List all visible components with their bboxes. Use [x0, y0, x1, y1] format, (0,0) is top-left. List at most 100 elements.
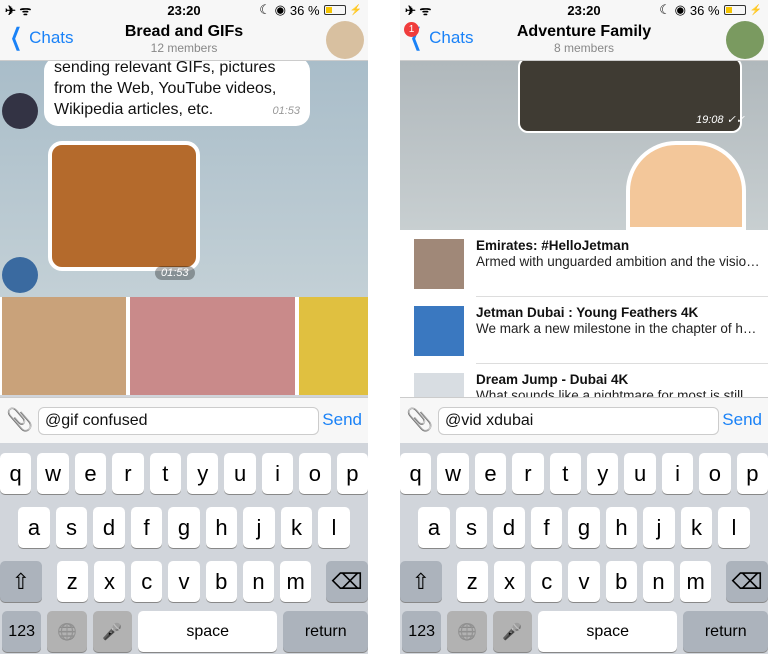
numbers-key[interactable]: 123: [2, 611, 42, 652]
key-t[interactable]: t: [549, 453, 581, 494]
key-n[interactable]: n: [642, 561, 675, 602]
key-h[interactable]: h: [205, 507, 238, 548]
key-g[interactable]: g: [568, 507, 600, 548]
key-t[interactable]: t: [149, 453, 181, 494]
battery-fill: [325, 7, 333, 13]
message-input[interactable]: @vid xdubai: [438, 407, 719, 435]
key-j[interactable]: j: [243, 507, 275, 548]
space-key[interactable]: space: [537, 611, 678, 652]
return-key[interactable]: return: [283, 611, 368, 652]
key-f[interactable]: f: [130, 507, 163, 548]
key-q[interactable]: q: [0, 453, 32, 494]
key-i[interactable]: i: [661, 453, 694, 494]
battery-icon: [323, 5, 346, 15]
phone-right: 19:08 ✓✓ Emirates: #HelloJetman Armed with…: [400, 0, 768, 654]
key-y[interactable]: y: [587, 453, 619, 494]
key-o[interactable]: o: [699, 453, 731, 494]
key-x[interactable]: x: [93, 561, 126, 602]
message-input[interactable]: @gif confused: [38, 407, 319, 435]
group-avatar[interactable]: [726, 21, 764, 59]
keyboard-row: qwertyuiop: [400, 453, 768, 494]
status-time: 23:20: [167, 2, 201, 18]
key-l[interactable]: l: [318, 507, 350, 548]
mic-key[interactable]: 🎤: [92, 611, 132, 652]
inline-result-item[interactable]: Dream Jump - Dubai 4K What sounds like a …: [400, 364, 768, 397]
keyboard-row-bottom: 123 🌐 🎤 space return: [0, 611, 368, 652]
key-b[interactable]: b: [205, 561, 237, 602]
numbers-key[interactable]: 123: [402, 611, 442, 652]
mic-key[interactable]: 🎤: [492, 611, 532, 652]
message-input-value: @gif confused: [45, 412, 148, 429]
send-button[interactable]: Send: [722, 410, 762, 430]
key-u[interactable]: u: [624, 453, 656, 494]
key-z[interactable]: z: [456, 561, 488, 602]
globe-key[interactable]: 🌐: [447, 611, 487, 652]
send-button[interactable]: Send: [322, 410, 362, 430]
key-o[interactable]: o: [299, 453, 331, 494]
gif-result[interactable]: [299, 297, 368, 395]
key-g[interactable]: g: [168, 507, 200, 548]
key-e[interactable]: e: [74, 453, 107, 494]
key-j[interactable]: j: [643, 507, 675, 548]
key-s[interactable]: s: [55, 507, 88, 548]
key-l[interactable]: l: [718, 507, 750, 548]
key-z[interactable]: z: [56, 561, 88, 602]
status-right: ☾ ◉ 36 % ⚡: [259, 2, 362, 18]
key-v[interactable]: v: [168, 561, 200, 602]
key-a[interactable]: a: [18, 507, 50, 548]
result-title: Jetman Dubai : Young Feathers 4K: [476, 305, 699, 320]
key-s[interactable]: s: [455, 507, 488, 548]
shift-key[interactable]: ⇧: [0, 561, 42, 602]
phone-left: sending relevant GIFs, pictures from the…: [0, 0, 368, 654]
key-v[interactable]: v: [568, 561, 600, 602]
message-text: sending relevant GIFs, pictures from the…: [54, 59, 277, 118]
key-p[interactable]: p: [336, 453, 368, 494]
key-c[interactable]: c: [531, 561, 563, 602]
key-w[interactable]: w: [437, 453, 469, 494]
key-h[interactable]: h: [605, 507, 638, 548]
photo-time: 19:08 ✓✓: [696, 114, 746, 126]
sticker-time: 01:53: [155, 266, 195, 280]
key-i[interactable]: i: [261, 453, 294, 494]
inline-result-item[interactable]: Emirates: #HelloJetman Armed with unguard…: [400, 230, 768, 297]
shift-key[interactable]: ⇧: [400, 561, 442, 602]
status-bar: ✈ ᯤ 23:20 ☾ ◉ 36 % ⚡: [0, 0, 368, 20]
key-r[interactable]: r: [112, 453, 144, 494]
result-thumbnail: [414, 306, 464, 356]
key-a[interactable]: a: [418, 507, 450, 548]
key-p[interactable]: p: [736, 453, 768, 494]
key-d[interactable]: d: [93, 507, 125, 548]
key-m[interactable]: m: [680, 561, 712, 602]
key-r[interactable]: r: [512, 453, 544, 494]
sender-avatar: [2, 93, 38, 129]
key-x[interactable]: x: [493, 561, 526, 602]
key-w[interactable]: w: [37, 453, 69, 494]
key-k[interactable]: k: [680, 507, 713, 548]
paperclip-icon[interactable]: 📎: [406, 407, 433, 433]
input-bar: 📎 @gif confused Send: [0, 397, 368, 443]
group-avatar[interactable]: [326, 21, 364, 59]
key-c[interactable]: c: [131, 561, 163, 602]
inline-result-item[interactable]: Jetman Dubai : Young Feathers 4K We mark …: [400, 297, 768, 364]
key-b[interactable]: b: [605, 561, 637, 602]
result-description: What sounds like a nightmare for most is…: [476, 388, 744, 397]
moon-lock-icon: ☾ ◉: [259, 2, 286, 17]
delete-key[interactable]: ⌫: [726, 561, 768, 602]
inline-results-list: Emirates: #HelloJetman Armed with unguard…: [400, 230, 768, 397]
gif-result[interactable]: [129, 297, 296, 395]
key-y[interactable]: y: [187, 453, 219, 494]
key-u[interactable]: u: [224, 453, 256, 494]
gif-result[interactable]: [2, 297, 126, 395]
delete-key[interactable]: ⌫: [326, 561, 368, 602]
key-q[interactable]: q: [400, 453, 432, 494]
key-d[interactable]: d: [493, 507, 525, 548]
return-key[interactable]: return: [683, 611, 768, 652]
key-f[interactable]: f: [530, 507, 563, 548]
key-m[interactable]: m: [280, 561, 312, 602]
space-key[interactable]: space: [137, 611, 278, 652]
key-n[interactable]: n: [242, 561, 275, 602]
key-e[interactable]: e: [474, 453, 507, 494]
globe-key[interactable]: 🌐: [47, 611, 87, 652]
key-k[interactable]: k: [280, 507, 313, 548]
paperclip-icon[interactable]: 📎: [6, 407, 33, 433]
